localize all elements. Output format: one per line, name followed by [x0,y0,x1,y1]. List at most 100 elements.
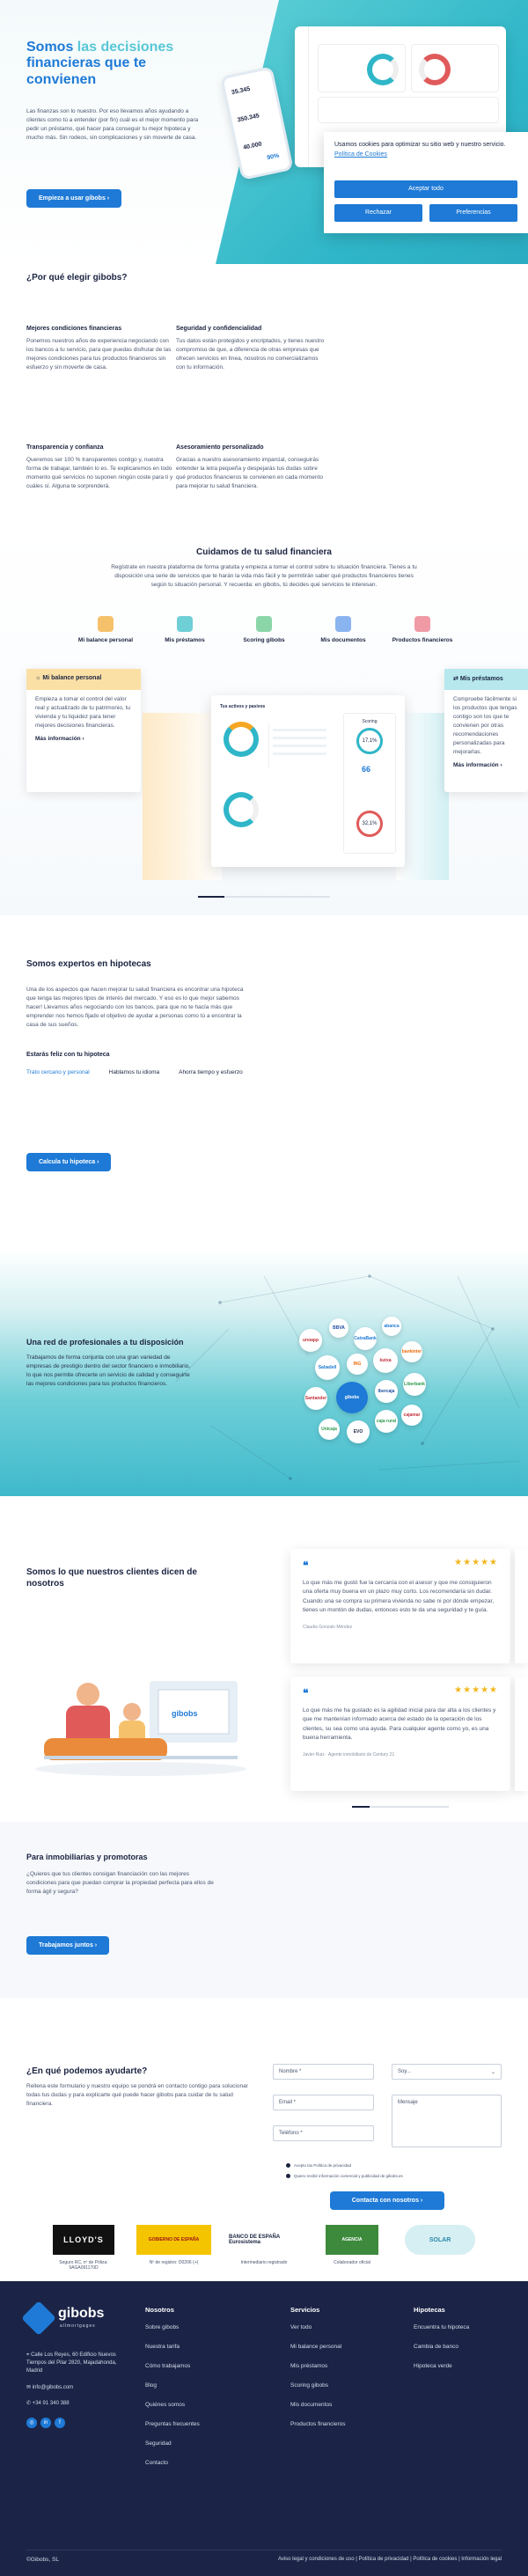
partner-logo: caja rural [375,1410,398,1433]
experts-subtitle: Estarás feliz con tu hipoteca [26,1052,110,1058]
agencia-logo: AGENCIA [326,2225,378,2255]
experts-tabs: Trato cercano y personal Hablamos tu idi… [26,1069,243,1075]
tab-documents[interactable]: Mis documentos [308,616,378,643]
balance-card-text: Empieza a tomar el control del valor rea… [35,696,131,730]
footer-col-nosotros: Nosotros Sobre gibobs Nuestra tarifa Cóm… [145,2306,200,2479]
footer-col-servicios: Servicios Ver todo Mi balance personal M… [290,2306,346,2440]
privacy-checkbox[interactable]: Acepto las Política de privacidad [286,2163,351,2168]
reject-cookies-button[interactable]: Rechazar [334,204,422,222]
partner-logo: Sabadell [315,1355,340,1380]
partner-caption: Seguro RC, nº de Póliza: 9AGA091170D [59,2260,108,2271]
footer-link[interactable]: Preguntas frecuentes [145,2421,200,2427]
phone-field[interactable]: Teléfono * [273,2125,374,2141]
name-field[interactable]: Nombre * [273,2064,374,2080]
footer-link[interactable]: Ver todo [290,2324,346,2330]
footer-link[interactable]: Nuestra tarifa [145,2344,200,2350]
tab-loans[interactable]: Mis préstamos [150,616,220,643]
work-together-button[interactable]: Trabajamos juntos › [26,1936,110,1955]
copyright: ©Gibobs, SL [26,2557,59,2563]
footer-link[interactable]: Cambia de banco [414,2344,469,2350]
cookie-banner: Usamos cookies para optimizar su sitio w… [324,132,528,233]
tab-save-time[interactable]: Ahorra tiempo y esfuerzo [179,1069,243,1075]
why-item: Transparencia y confianza Queremos ser 1… [26,444,176,491]
why-item-title: Mejores condiciones financieras [26,326,122,332]
dashboard-card [411,44,499,92]
next-review-peek [515,1549,528,1663]
professional-network-section: Una red de profesionales a tu disposició… [0,1250,528,1496]
tab-close-personal[interactable]: Trato cercano y personal [26,1069,90,1075]
partner-logo: abanca [382,1317,401,1336]
footer-link[interactable]: Scoring gibobs [290,2382,346,2389]
gobierno-logo: GOBIERNO DE ESPAÑA [136,2225,211,2255]
footer-link[interactable]: Blog [145,2382,200,2389]
legal-links[interactable]: Aviso legal y condiciones de uso | Polít… [278,2557,502,2562]
network-title: Una red de profesionales a tu disposició… [26,1338,184,1347]
carousel-indicator[interactable] [198,896,330,898]
contact-text: Rellena este formulario y nuestro equipo… [26,2083,248,2108]
profile-select[interactable]: Soy... ⌄ [392,2064,502,2080]
documents-icon [335,616,351,632]
contact-submit-button[interactable]: Contacta con nosotros › [330,2191,444,2210]
wallet-icon [98,616,114,632]
partner-logo: EVO [347,1420,370,1443]
message-field[interactable]: Mensaje [392,2095,502,2147]
reviews-section: Somos lo que nuestros clientes dicen de … [0,1496,528,1822]
footer-link[interactable]: Sobre gibobs [145,2324,200,2330]
hero-section: Somos las decisiones financieras que te … [0,0,528,264]
footer-link[interactable]: Productos financieros [290,2421,346,2427]
footer-link[interactable]: Encuentra tu hipoteca [414,2324,469,2330]
marketing-checkbox[interactable]: Quiero recibir información comercial y p… [286,2174,403,2178]
dashboard-header: Tus activos y pasivos [220,704,266,709]
tab-language[interactable]: Hablamos tu idioma [109,1069,159,1075]
scoring-icon [256,616,272,632]
reviews-title: Somos lo que nuestros clientes dicen de … [26,1567,197,1589]
star-rating-icon: ★★★★★ [454,1558,498,1567]
footer: gibobs allmortgages ⌖ Calle Los Reyes, 6… [0,2281,528,2576]
partner-logo: CaixaBank [354,1327,377,1350]
start-gibobs-button[interactable]: Empieza a usar gibobs › [26,189,122,208]
tab-scoring[interactable]: Scoring gibobs [229,616,299,643]
balance-more-link[interactable]: Más información › [26,736,141,742]
network-text: Trabajamos de forma conjunta con una gra… [26,1354,191,1388]
contact-title: ¿En qué podemos ayudarte? [26,2066,148,2076]
phone-value: 35.345 [231,85,251,97]
footer-brand: gibobs [58,2306,105,2321]
loans-more-link[interactable]: Más información › [444,762,528,768]
dashboard-sidebar [295,26,309,167]
footer-link[interactable]: Quiénes somos [145,2402,200,2408]
footer-link[interactable]: Hipoteca verde [414,2363,469,2369]
instagram-icon[interactable]: ◎ [26,2418,37,2428]
contact-section: ¿En qué podemos ayudarte? Rellena este f… [0,1998,528,2218]
linkedin-icon[interactable]: in [40,2418,51,2428]
cookie-policy-link[interactable]: Política de Cookies [334,151,387,158]
partner-logo: Unicaja [319,1419,340,1440]
tab-products[interactable]: Productos financieros [387,616,458,643]
why-gibobs-section: ¿Por qué elegir gibobs? Mejores condicio… [0,264,528,528]
footer-link[interactable]: Mis préstamos [290,2363,346,2369]
footer-link[interactable]: Seguridad [145,2440,200,2447]
loans-card-text: Compruebe fácilmente si los productos qu… [453,696,517,756]
footer-link[interactable]: Mi balance personal [290,2344,346,2350]
facebook-icon[interactable]: f [55,2418,65,2428]
reviews-carousel-indicator[interactable] [352,1806,449,1808]
review-text: Lo que más me gustó fue la cercanía con … [303,1580,495,1614]
phone-percent: 90% [266,152,280,162]
email-field[interactable]: Email * [273,2095,374,2110]
cookie-text: Usamos cookies para optimizar su sitio w… [334,142,506,158]
hero-title: Somos las decisiones financieras que te … [26,40,174,87]
why-item: Mejores condiciones financieras Ponemos … [26,326,176,372]
why-item: Asesoramiento personalizado Gracias a nu… [176,444,326,491]
footer-link[interactable]: Cómo trabajamos [145,2363,200,2369]
accept-all-cookies-button[interactable]: Aceptar todo [334,180,517,198]
health-dashboard-mockup: Tus activos y pasivos Scoring 17,1% 66 3… [211,695,405,867]
realtors-title: Para inmobiliarias y promotoras [26,1853,148,1861]
footer-email[interactable]: ✉ info@gibobs.com [26,2384,73,2390]
tab-balance[interactable]: Mi balance personal [70,616,141,643]
mortgage-experts-section: Somos expertos en hipotecas Una de los a… [0,915,528,1250]
why-item-text: Gracias a nuestro asesoramiento imparcia… [176,457,323,490]
footer-link[interactable]: Mis documentos [290,2402,346,2408]
footer-phone[interactable]: ✆ +34 91 340 388 [26,2400,70,2406]
calculate-mortgage-button[interactable]: Calcula tu hipoteca › [26,1153,112,1171]
cookie-preferences-button[interactable]: Preferencias [429,204,517,222]
footer-link[interactable]: Contacto [145,2460,200,2466]
